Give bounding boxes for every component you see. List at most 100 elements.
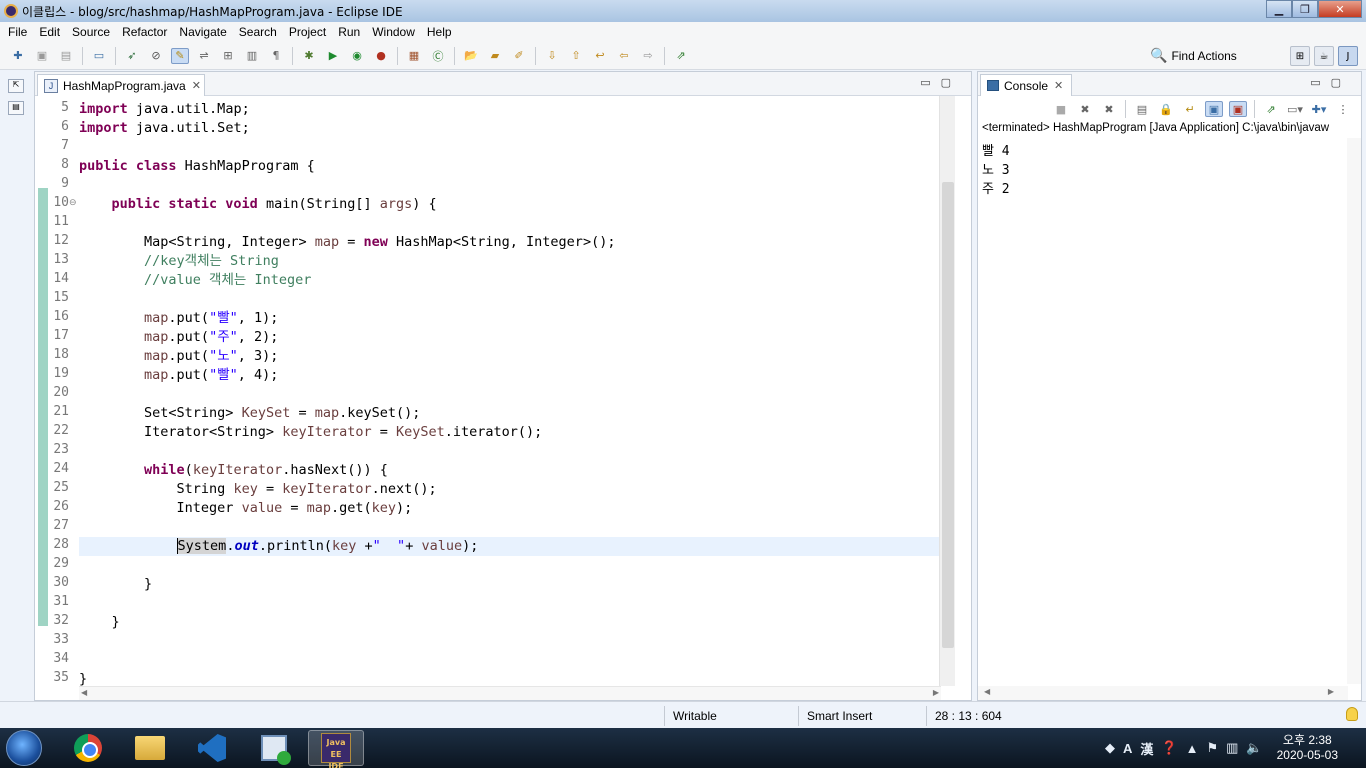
code-line[interactable] xyxy=(79,594,941,613)
help-icon[interactable]: ❓ xyxy=(1161,740,1177,756)
taskbar-explorer[interactable] xyxy=(122,730,178,766)
menu-refactor[interactable]: Refactor xyxy=(116,25,173,39)
editor-horizontal-scrollbar[interactable]: ◀ ▶ xyxy=(79,686,941,700)
code-line[interactable]: import java.util.Map; xyxy=(79,100,941,119)
pin-editor-icon[interactable]: ⇗ xyxy=(672,48,690,64)
code-line[interactable] xyxy=(79,556,941,575)
ime-mode-icon[interactable]: A xyxy=(1123,741,1132,756)
code-line[interactable] xyxy=(79,176,941,195)
display-selected-console-icon[interactable]: ▭▾ xyxy=(1286,101,1304,117)
skip-breakpoints-icon[interactable]: ⊘ xyxy=(147,48,165,64)
minimize-button[interactable]: ▁ xyxy=(1266,0,1292,18)
code-line[interactable] xyxy=(79,518,941,537)
search-tool-icon[interactable]: ✐ xyxy=(510,48,528,64)
menu-project[interactable]: Project xyxy=(283,25,332,39)
pin-console-icon[interactable]: ⇗ xyxy=(1262,101,1280,117)
clear-console-icon[interactable]: ▤ xyxy=(1133,101,1151,117)
menu-window[interactable]: Window xyxy=(366,25,421,39)
open-type-icon[interactable]: 📂 xyxy=(462,48,480,64)
show-whitespace-icon[interactable]: ▥ xyxy=(243,48,261,64)
save-icon[interactable]: ▣ xyxy=(33,48,51,64)
external-tools-icon[interactable]: ● xyxy=(372,48,390,64)
code-line[interactable]: String key = keyIterator.next(); xyxy=(79,480,941,499)
code-area[interactable]: 5 import java.util.Map; 6 import java.util.… xyxy=(35,96,941,686)
network-icon[interactable]: ▥ xyxy=(1226,740,1238,756)
code-line[interactable] xyxy=(79,442,941,461)
open-console-icon[interactable]: ✚▾ xyxy=(1310,101,1328,117)
code-line[interactable]: map.put("노", 3); xyxy=(79,347,941,366)
pilcrow-icon[interactable]: ¶ xyxy=(267,48,285,64)
taskbar-chrome[interactable] xyxy=(60,730,116,766)
debug-icon[interactable]: ✱ xyxy=(300,48,318,64)
code-line[interactable]: } xyxy=(79,575,941,594)
back-icon[interactable]: ⇦ xyxy=(615,48,633,64)
mark-occurrences-icon[interactable]: ✎ xyxy=(171,47,189,64)
new-java-package-icon[interactable]: ▦ xyxy=(405,48,423,64)
menu-search[interactable]: Search xyxy=(233,25,283,39)
show-on-stdout-icon[interactable]: ▣ xyxy=(1205,101,1223,117)
code-line[interactable]: map.put("주", 2); xyxy=(79,328,941,347)
find-actions-button[interactable]: 🔍 Find Actions xyxy=(1150,47,1237,64)
code-line[interactable]: Map<String, Integer> map = new HashMap<S… xyxy=(79,233,941,252)
toggle-breadcrumb-icon[interactable]: ➶ xyxy=(123,48,141,64)
coverage-icon[interactable]: ◉ xyxy=(348,48,366,64)
previous-annotation-icon[interactable]: ⇧ xyxy=(567,48,585,64)
code-line[interactable]: } xyxy=(79,613,941,632)
code-line[interactable] xyxy=(79,138,941,157)
cursor-position-status[interactable]: 28 : 13 : 604 xyxy=(926,706,1036,726)
code-line[interactable]: Integer value = map.get(key); xyxy=(79,499,941,518)
menu-source[interactable]: Source xyxy=(66,25,116,39)
open-task-icon[interactable]: ▰ xyxy=(486,48,504,64)
clock[interactable]: 오후 2:38 2020-05-03 xyxy=(1277,733,1338,763)
show-on-stderr-icon[interactable]: ▣ xyxy=(1229,101,1247,117)
scroll-left-icon[interactable]: ◀ xyxy=(984,687,990,696)
editor-tab[interactable]: J HashMapProgram.java ✕ xyxy=(37,74,205,96)
menu-file[interactable]: File xyxy=(2,25,33,39)
start-button[interactable] xyxy=(6,730,42,766)
run-icon[interactable]: ▶ xyxy=(324,48,342,64)
hanja-icon[interactable]: 漢 xyxy=(1140,739,1153,758)
new-icon[interactable]: ✚ xyxy=(9,48,27,64)
code-line[interactable]: map.put("빨", 4); xyxy=(79,366,941,385)
close-button[interactable]: ✕ xyxy=(1318,0,1362,18)
console-vertical-scrollbar[interactable] xyxy=(1347,138,1361,684)
taskbar-media[interactable] xyxy=(246,730,302,766)
scroll-right-icon[interactable]: ▶ xyxy=(933,688,939,697)
terminal-icon[interactable]: ▭ xyxy=(90,48,108,64)
package-explorer-icon[interactable]: ▤ xyxy=(8,101,24,115)
menu-run[interactable]: Run xyxy=(332,25,366,39)
code-line[interactable]: //key객체는 String xyxy=(79,252,941,271)
code-line[interactable]: public class HashMapProgram { xyxy=(79,157,941,176)
scroll-thumb[interactable] xyxy=(942,182,954,648)
scroll-left-icon[interactable]: ◀ xyxy=(81,688,87,697)
remove-all-launches-icon[interactable]: ✖ xyxy=(1100,101,1118,117)
console-pane-controls[interactable]: ▭▢ xyxy=(1310,76,1351,89)
code-line[interactable]: System.out.println(key +" "+ value); xyxy=(79,537,941,556)
menu-edit[interactable]: Edit xyxy=(33,25,66,39)
flag-icon[interactable]: ⚑ xyxy=(1206,740,1218,756)
fold-toggle-icon[interactable]: ⊖ xyxy=(69,198,77,208)
maximize-button[interactable]: ❐ xyxy=(1292,0,1318,18)
code-line[interactable] xyxy=(79,214,941,233)
java-ee-perspective-icon[interactable]: ☕ xyxy=(1314,46,1334,66)
scroll-right-icon[interactable]: ▶ xyxy=(1328,687,1334,696)
restore-view-icon[interactable]: ⇱ xyxy=(8,79,24,93)
code-line[interactable]: //value 객체는 Integer xyxy=(79,271,941,290)
close-tab-icon[interactable]: ✕ xyxy=(192,79,201,92)
console-horizontal-scrollbar[interactable]: ◀ ▶ xyxy=(978,686,1348,700)
taskbar-vscode[interactable] xyxy=(184,730,240,766)
volume-icon[interactable]: 🔈 xyxy=(1246,740,1262,756)
block-selection-icon[interactable]: ⊞ xyxy=(219,48,237,64)
save-all-icon[interactable]: ▤ xyxy=(57,48,75,64)
next-annotation-icon[interactable]: ⇩ xyxy=(543,48,561,64)
code-line[interactable]: public static void main(String[] args) { xyxy=(79,195,941,214)
code-line[interactable]: } xyxy=(79,670,941,686)
editor-pane-controls[interactable]: ▭▢ xyxy=(920,76,961,89)
new-java-class-icon[interactable]: Ⓒ xyxy=(429,48,447,64)
code-line[interactable]: while(keyIterator.hasNext()) { xyxy=(79,461,941,480)
code-line[interactable]: Set<String> KeySet = map.keySet(); xyxy=(79,404,941,423)
close-console-icon[interactable]: ✕ xyxy=(1054,79,1063,92)
code-line[interactable] xyxy=(79,290,941,309)
remove-launch-icon[interactable]: ✖ xyxy=(1076,101,1094,117)
open-perspective-icon[interactable]: ⊞ xyxy=(1290,46,1310,66)
